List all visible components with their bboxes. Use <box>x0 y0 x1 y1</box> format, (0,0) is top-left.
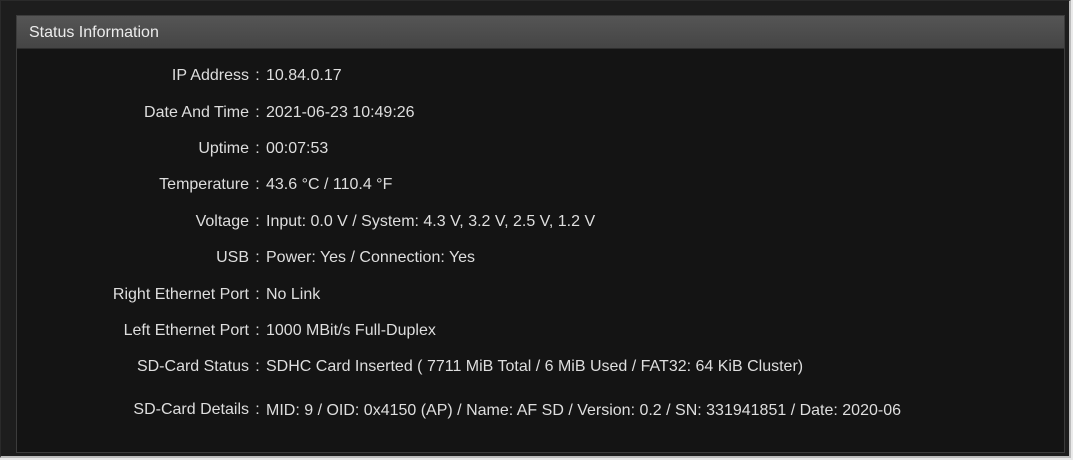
separator: : <box>255 285 260 303</box>
uptime-label: Uptime <box>198 139 249 157</box>
sd-card-status-label: SD-Card Status <box>136 358 249 376</box>
temperature-value: 43.6 °C / 110.4 °F <box>266 176 393 194</box>
usb-label: USB <box>216 249 249 267</box>
temperature-label: Temperature <box>159 176 249 194</box>
status-row-right-ethernet-port: Right Ethernet Port : No Link <box>17 276 1064 312</box>
separator: : <box>255 176 260 194</box>
separator: : <box>255 321 260 339</box>
separator: : <box>255 67 260 85</box>
ip-address-value: 10.84.0.17 <box>266 67 342 85</box>
sd-card-status-value: SDHC Card Inserted ( 7711 MiB Total / 6 … <box>266 358 804 376</box>
status-row-usb: USB : Power: Yes / Connection: Yes <box>17 240 1064 276</box>
right-ethernet-port-value: No Link <box>266 285 321 303</box>
voltage-label: Voltage <box>195 212 249 230</box>
separator: : <box>255 400 260 418</box>
voltage-value: Input: 0.0 V / System: 4.3 V, 3.2 V, 2.5… <box>266 212 596 230</box>
status-rows: IP Address : 10.84.0.17 Date And Time : … <box>17 49 1064 434</box>
separator: : <box>255 212 260 230</box>
status-row-sd-card-details: SD-Card Details : MID: 9 / OID: 0x4150 (… <box>17 386 1064 434</box>
status-row-left-ethernet-port: Left Ethernet Port : 1000 MBit/s Full-Du… <box>17 313 1064 349</box>
date-and-time-label: Date And Time <box>144 103 249 121</box>
left-ethernet-port-label: Left Ethernet Port <box>123 321 249 339</box>
status-row-temperature: Temperature : 43.6 °C / 110.4 °F <box>17 167 1064 203</box>
status-row-uptime: Uptime : 00:07:53 <box>17 131 1064 167</box>
sd-card-details-label: SD-Card Details <box>133 400 249 418</box>
status-row-date-and-time: Date And Time : 2021-06-23 10:49:26 <box>17 94 1064 130</box>
window-frame: Status Information IP Address : 10.84.0.… <box>0 0 1071 458</box>
separator: : <box>255 358 260 376</box>
ip-address-label: IP Address <box>171 67 249 85</box>
status-row-ip-address: IP Address : 10.84.0.17 <box>17 58 1064 94</box>
panel-title: Status Information <box>17 16 1064 49</box>
date-and-time-value: 2021-06-23 10:49:26 <box>266 103 415 121</box>
usb-value: Power: Yes / Connection: Yes <box>266 249 476 267</box>
separator: : <box>255 249 260 267</box>
right-ethernet-port-label: Right Ethernet Port <box>112 285 249 303</box>
status-row-voltage: Voltage : Input: 0.0 V / System: 4.3 V, … <box>17 204 1064 240</box>
left-ethernet-port-value: 1000 MBit/s Full-Duplex <box>266 321 436 339</box>
separator: : <box>255 139 260 157</box>
status-row-sd-card-status: SD-Card Status : SDHC Card Inserted ( 77… <box>17 349 1064 385</box>
status-information-panel: Status Information IP Address : 10.84.0.… <box>16 15 1065 453</box>
sd-card-details-value: MID: 9 / OID: 0x4150 (AP) / Name: AF SD … <box>266 401 901 419</box>
uptime-value: 00:07:53 <box>266 139 329 157</box>
separator: : <box>255 103 260 121</box>
